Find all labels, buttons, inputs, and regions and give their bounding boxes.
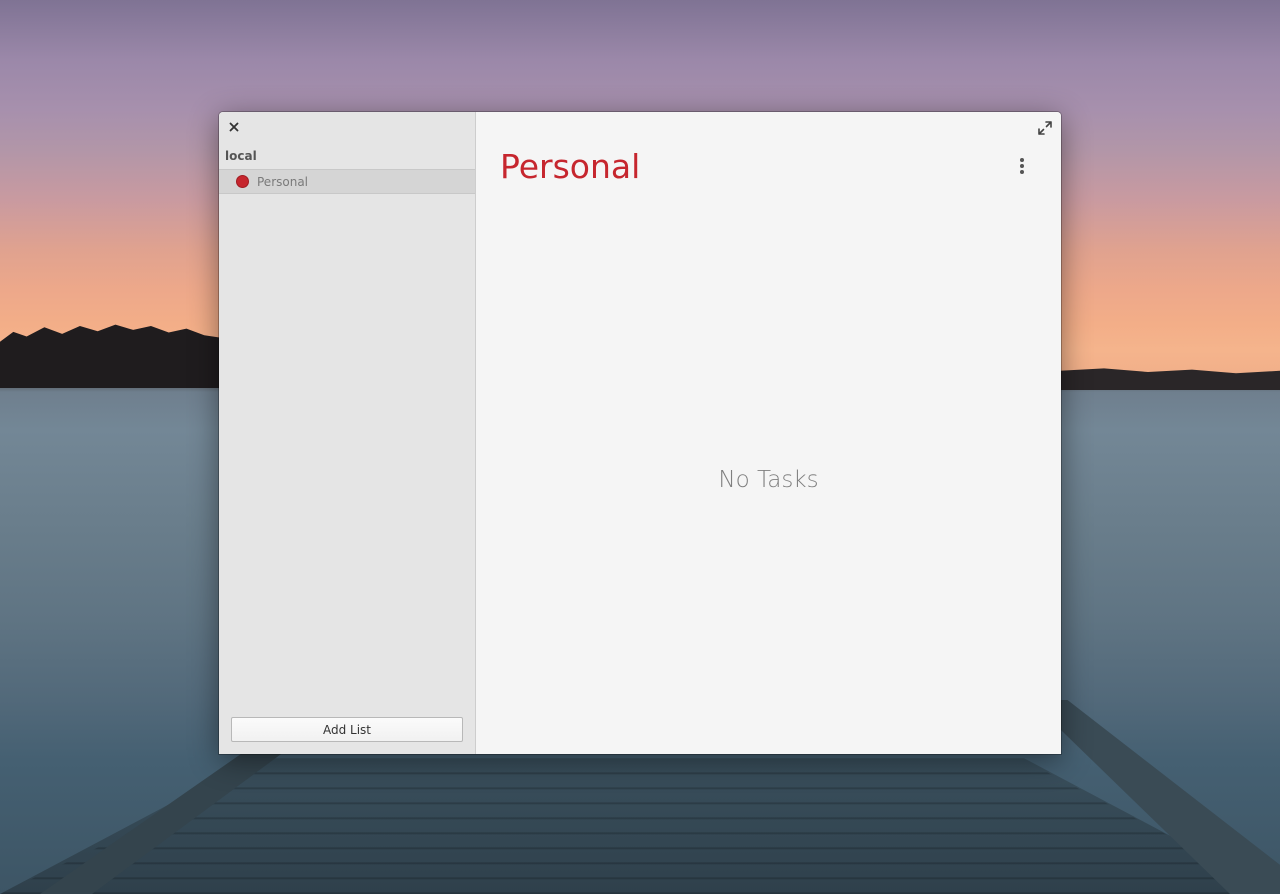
wallpaper-trees-right [1060, 368, 1280, 390]
close-button[interactable] [226, 119, 242, 135]
menu-button[interactable] [1012, 154, 1032, 178]
maximize-button[interactable] [1037, 120, 1053, 136]
sidebar-item-label: Personal [257, 174, 309, 189]
page-title: Personal [500, 147, 641, 186]
more-vertical-icon [1020, 158, 1024, 174]
sidebar: local Personal Add List [219, 112, 476, 754]
list-color-dot [236, 175, 249, 188]
wallpaper-trees-left [0, 324, 222, 388]
sidebar-section-label: local [225, 149, 257, 163]
desktop-wallpaper: local Personal Add List Personal No Task… [0, 0, 1280, 894]
wallpaper-pier-planks [0, 760, 1280, 894]
add-list-button[interactable]: Add List [231, 717, 463, 742]
sidebar-item-personal[interactable]: Personal [219, 169, 475, 194]
empty-state-label: No Tasks [718, 467, 819, 493]
main-panel: Personal No Tasks [476, 112, 1061, 754]
close-icon [229, 122, 239, 132]
maximize-icon [1038, 121, 1052, 135]
app-window: local Personal Add List Personal No Task… [219, 112, 1061, 754]
